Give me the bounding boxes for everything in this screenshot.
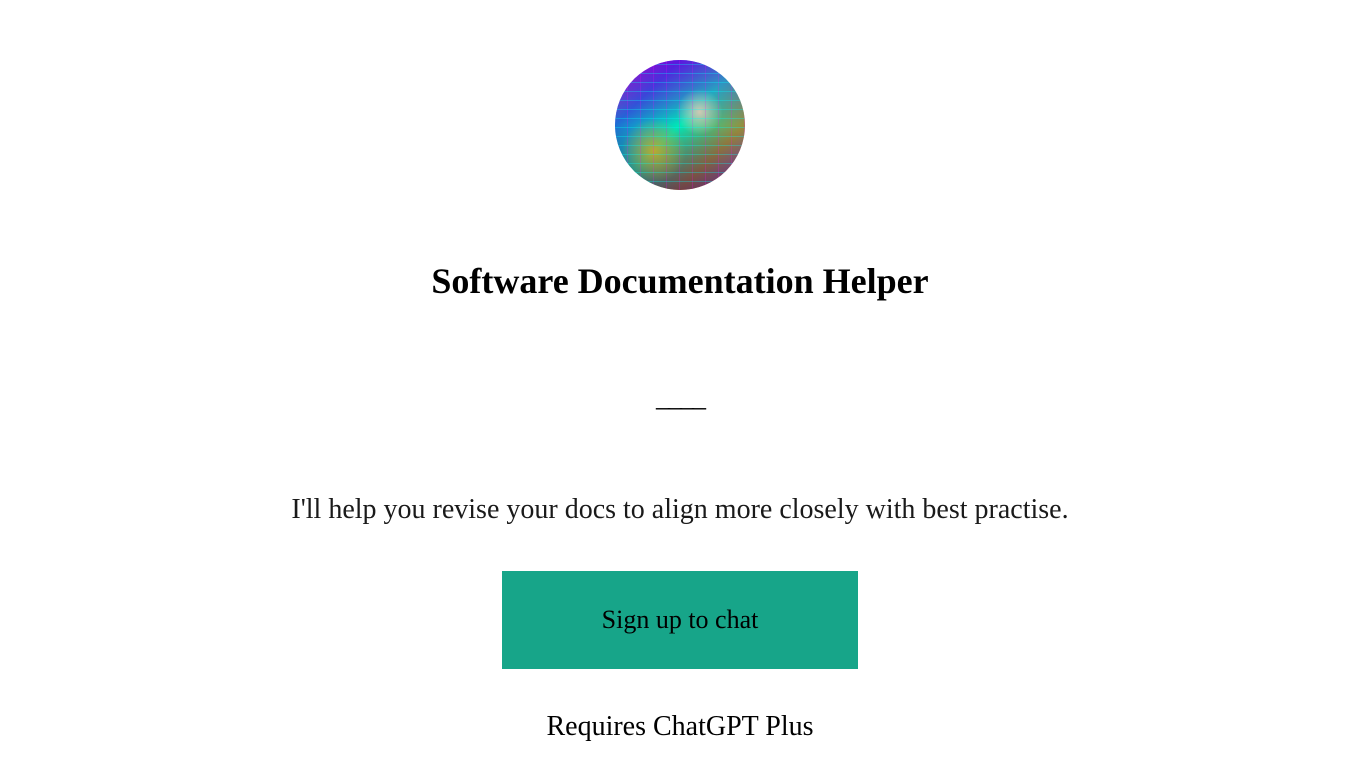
description-text: I'll help you revise your docs to align … [291, 494, 1068, 526]
page-title: Software Documentation Helper [431, 260, 928, 302]
requires-text: Requires ChatGPT Plus [546, 711, 813, 743]
avatar-image [615, 60, 745, 190]
divider-line: ____ [656, 382, 704, 414]
signup-button[interactable]: Sign up to chat [502, 571, 859, 669]
